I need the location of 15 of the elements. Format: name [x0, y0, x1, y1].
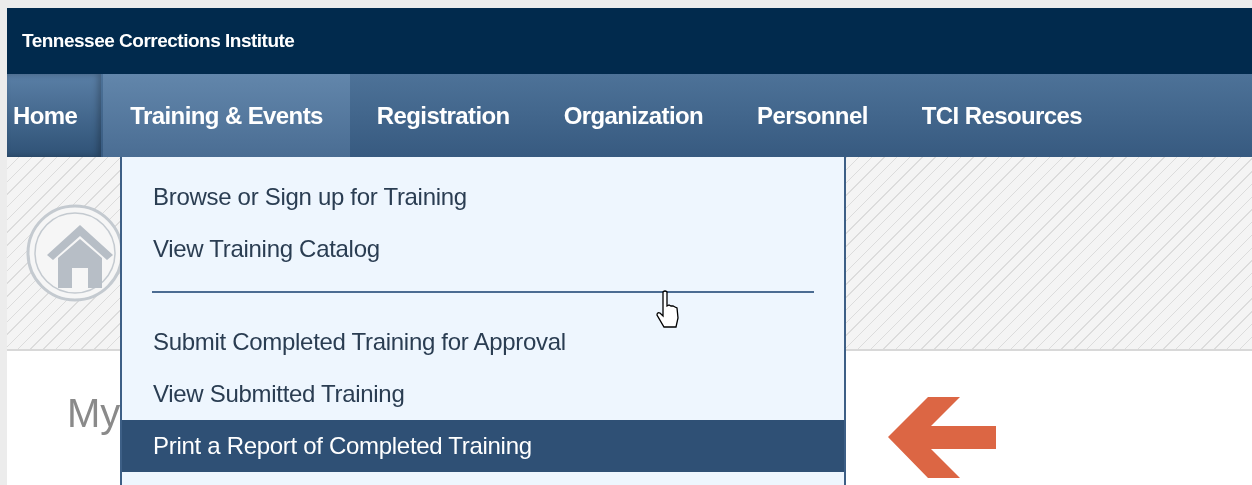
- hand-pointer-icon: [656, 290, 680, 328]
- menu-item[interactable]: Print a Report of Completed Training: [122, 420, 844, 472]
- left-arrow-icon: [888, 397, 996, 478]
- nav-tab[interactable]: Registration: [349, 74, 537, 157]
- menu-item[interactable]: Browse or Sign up for Training: [122, 171, 844, 223]
- nav-tab[interactable]: TCI Resources: [894, 74, 1109, 157]
- nav-tab[interactable]: Training & Events: [103, 74, 350, 157]
- nav-tab[interactable]: Personnel: [730, 74, 895, 157]
- site-title: Tennessee Corrections Institute: [22, 30, 295, 52]
- nav-tab[interactable]: Home: [7, 74, 102, 157]
- menu-item[interactable]: View Submitted Training: [122, 368, 844, 420]
- menu-item[interactable]: Submit Completed Training for Approval: [122, 316, 844, 368]
- page-heading: My: [67, 391, 121, 435]
- menu-item[interactable]: View Training Catalog: [122, 223, 844, 275]
- nav-tab[interactable]: Organization: [536, 74, 731, 157]
